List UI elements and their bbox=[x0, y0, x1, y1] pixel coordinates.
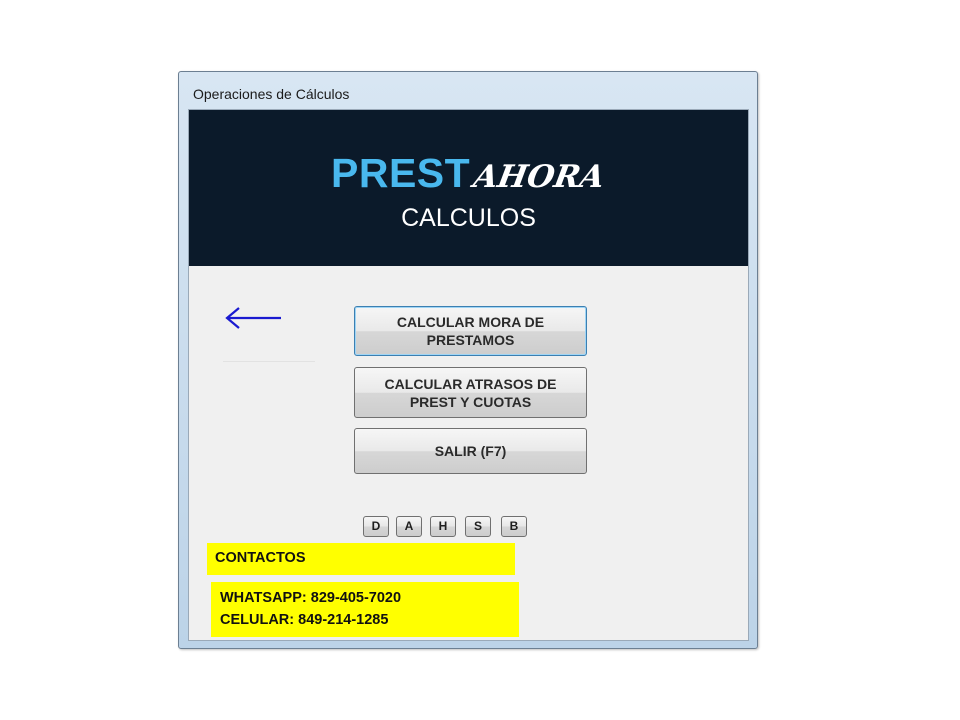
title-bar[interactable]: Operaciones de Cálculos bbox=[179, 72, 757, 108]
window-title: Operaciones de Cálculos bbox=[193, 86, 350, 102]
app-window: Operaciones de Cálculos PRESTAHORA CALCU… bbox=[178, 71, 758, 649]
salir-label: SALIR (F7) bbox=[434, 443, 507, 459]
shortcut-button-d[interactable]: D bbox=[363, 516, 389, 537]
calcular-mora-button[interactable]: CALCULAR MORA DE PRESTAMOS bbox=[354, 306, 587, 356]
celular-number: CELULAR: 849-214-1285 bbox=[220, 612, 389, 628]
header-banner: PRESTAHORA CALCULOS bbox=[189, 110, 748, 266]
whatsapp-number: WHATSAPP: 829-405-7020 bbox=[220, 590, 402, 606]
arrow-left-icon[interactable] bbox=[223, 306, 283, 330]
banner-subtitle: CALCULOS bbox=[401, 204, 536, 232]
shortcut-button-s[interactable]: S bbox=[465, 516, 491, 537]
brand-accent-text: AHORA bbox=[471, 159, 608, 195]
contacts-heading-box: CONTACTOS bbox=[207, 543, 515, 575]
brand-logo: PRESTAHORA bbox=[331, 150, 608, 197]
calcular-atrasos-label-line2: PREST Y CUOTAS bbox=[409, 393, 532, 410]
shortcut-button-b[interactable]: B bbox=[501, 516, 527, 537]
calcular-atrasos-label-line1: CALCULAR ATRASOS DE bbox=[384, 375, 557, 392]
arrow-divider bbox=[223, 361, 315, 362]
calcular-mora-label-line2: PRESTAMOS bbox=[426, 332, 515, 348]
calcular-atrasos-button[interactable]: CALCULAR ATRASOS DE PREST Y CUOTAS bbox=[354, 367, 587, 418]
salir-button[interactable]: SALIR (F7) bbox=[354, 428, 587, 474]
shortcut-button-a[interactable]: A bbox=[396, 516, 422, 537]
brand-main-text: PREST bbox=[331, 150, 471, 196]
window-client-area: PRESTAHORA CALCULOS CALCULAR MORA DE PRE… bbox=[188, 109, 749, 641]
shortcut-button-h[interactable]: H bbox=[430, 516, 456, 537]
contacts-info-box: WHATSAPP: 829-405-7020 CELULAR: 849-214-… bbox=[211, 582, 519, 637]
calcular-mora-label-line1: CALCULAR MORA DE bbox=[396, 314, 545, 330]
contacts-heading: CONTACTOS bbox=[215, 550, 306, 566]
